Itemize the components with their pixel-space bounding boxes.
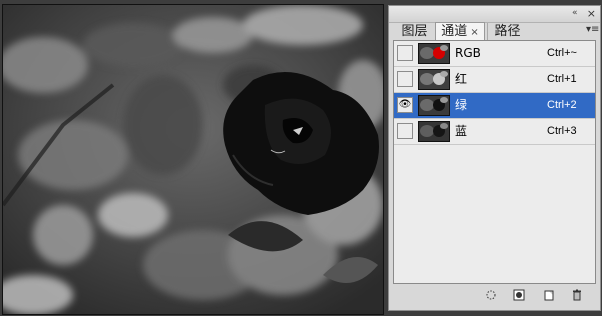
channel-shortcut: Ctrl+2	[547, 99, 577, 111]
tab-channels[interactable]: 通道 ×	[435, 22, 485, 41]
channel-list: RGB Ctrl+~ 红 Ctrl+1 👁 绿 Ctrl+2 蓝 Ctrl+3	[393, 40, 596, 284]
channel-row-red[interactable]: 红 Ctrl+1	[394, 67, 595, 93]
channel-name: 红	[455, 72, 468, 86]
panel-menu-icon[interactable]: ▾≡	[586, 24, 599, 36]
panel-close-icon[interactable]: ×	[587, 7, 596, 20]
panel-tabs: 图层 通道 × 路径	[391, 21, 596, 41]
tab-channels-label: 通道	[441, 24, 468, 39]
rose-photo[interactable]	[2, 4, 384, 315]
channel-row-rgb[interactable]: RGB Ctrl+~	[394, 41, 595, 67]
photo-image	[3, 5, 383, 314]
tab-paths-label: 路径	[494, 24, 521, 39]
channel-shortcut: Ctrl+1	[547, 73, 577, 85]
channel-shortcut: Ctrl+~	[547, 47, 577, 59]
visibility-toggle[interactable]	[397, 71, 413, 87]
collapse-icon[interactable]: «	[572, 7, 578, 20]
new-channel-icon[interactable]	[543, 289, 555, 301]
channel-name: 蓝	[455, 124, 468, 138]
tab-layers[interactable]: 图层	[394, 23, 435, 40]
mask-icon[interactable]	[513, 289, 525, 301]
channel-row-green[interactable]: 👁 绿 Ctrl+2	[394, 93, 595, 119]
channel-name: 绿	[455, 98, 468, 112]
trash-icon[interactable]	[571, 289, 583, 301]
dotted-circle-icon[interactable]	[485, 289, 497, 301]
tab-paths[interactable]: 路径	[487, 23, 527, 40]
tab-layers-label: 图层	[401, 24, 428, 39]
tab-close-icon[interactable]: ×	[470, 27, 478, 38]
channel-row-blue[interactable]: 蓝 Ctrl+3	[394, 119, 595, 145]
channel-thumbnail	[418, 95, 450, 116]
channel-thumbnail	[418, 69, 450, 90]
eye-icon[interactable]: 👁	[397, 97, 413, 113]
channel-shortcut: Ctrl+3	[547, 125, 577, 137]
channel-name: RGB	[455, 46, 481, 60]
panel-bottom-bar	[393, 287, 596, 305]
visibility-toggle[interactable]	[397, 45, 413, 61]
channel-thumbnail	[418, 121, 450, 142]
visibility-toggle[interactable]	[397, 123, 413, 139]
channel-thumbnail	[418, 43, 450, 64]
channels-panel: « × 图层 通道 × 路径 ▾≡ RGB Ctrl+~ 红 Ctrl+1 👁 …	[388, 5, 601, 311]
